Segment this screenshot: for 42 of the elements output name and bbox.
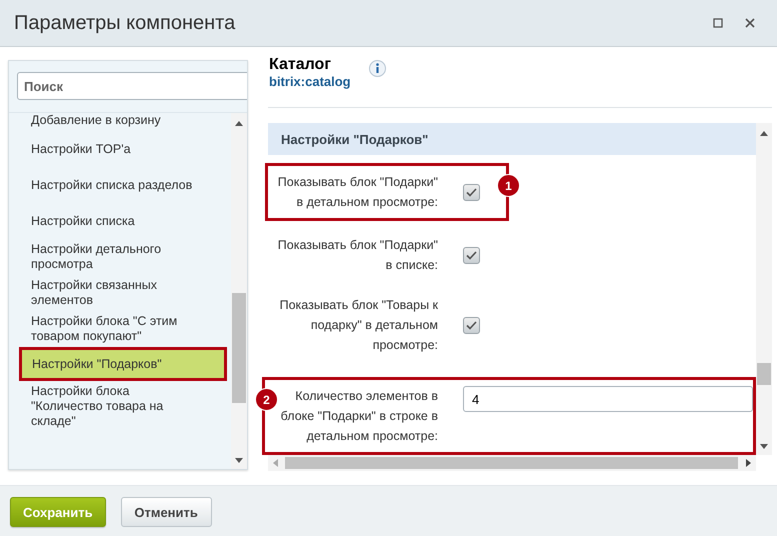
section-header: Настройки "Подарков" — [268, 123, 756, 155]
scroll-up-icon[interactable] — [235, 121, 243, 126]
cancel-button[interactable]: Отменить — [120, 497, 212, 527]
sidebar-item[interactable]: Настройки детального просмотра — [9, 239, 231, 275]
callout-badge: 1 — [497, 174, 520, 197]
window-title: Параметры компонента — [14, 12, 236, 34]
setting-label: Показывать блок "Товары к подарку" в детальном просмотре: — [278, 297, 438, 354]
scroll-right-icon[interactable] — [746, 459, 751, 467]
scrollbar[interactable] — [756, 123, 772, 455]
setting-label: Показывать блок "Подарки" в детальном просмотре: — [276, 174, 438, 211]
sidebar-item[interactable]: Настройки "Подарков" — [19, 347, 227, 381]
info-icon[interactable] — [368, 60, 386, 77]
sidebar-item[interactable]: Добавление в корзину — [9, 113, 231, 131]
scroll-thumb[interactable] — [232, 293, 246, 403]
search-field[interactable]: Поиск — [17, 72, 247, 100]
scroll-thumb[interactable] — [285, 457, 738, 469]
checkbox[interactable] — [463, 316, 480, 334]
callout-badge: 2 — [255, 388, 278, 411]
close-icon[interactable] — [745, 18, 755, 28]
component-code: bitrix:catalog — [269, 74, 351, 89]
checkbox[interactable] — [463, 246, 480, 264]
sidebar-item[interactable]: Настройки блока "С этим товаром покупают" — [9, 311, 231, 347]
sidebar-item[interactable]: Настройки списка разделов — [9, 167, 231, 203]
check-icon — [466, 250, 477, 260]
check-icon — [466, 188, 477, 196]
maximize-icon[interactable] — [713, 18, 723, 28]
scroll-thumb[interactable] — [757, 363, 771, 385]
sidebar-item[interactable]: Настройки блока "Количество товара на складе" — [9, 381, 231, 432]
checkbox[interactable] — [463, 184, 480, 200]
sidebar-item[interactable]: Настройки списка — [9, 203, 231, 239]
scrollbar[interactable] — [231, 113, 247, 469]
scroll-down-icon[interactable] — [235, 458, 243, 463]
setting-label: Количество элементов в блоке "Подарки" в строке в детальном просмотре: — [280, 388, 438, 445]
sidebar-item[interactable]: Настройки TOP'а — [9, 131, 231, 167]
setting-label: Показывать блок "Подарки" в списке: — [276, 237, 438, 274]
scroll-down-icon[interactable] — [760, 444, 768, 449]
component-name: Каталог — [269, 56, 332, 74]
scrollbar[interactable] — [268, 455, 756, 471]
check-icon — [466, 320, 477, 330]
sidebar-item[interactable]: Настройки связанных элементов — [9, 275, 231, 311]
scroll-up-icon[interactable] — [760, 131, 768, 136]
number-field[interactable]: 4 — [463, 386, 753, 412]
